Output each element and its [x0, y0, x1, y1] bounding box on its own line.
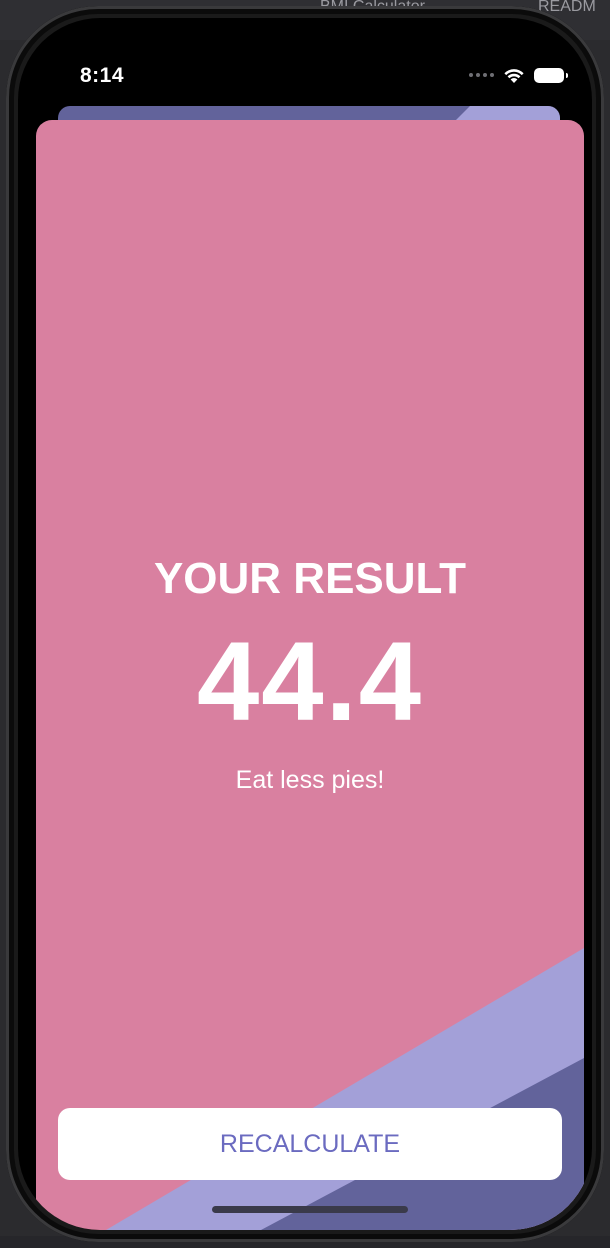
home-indicator[interactable] — [212, 1206, 408, 1213]
wifi-icon — [504, 69, 524, 83]
phone-screen: 8:14 YOUR RESULT 44.4 Eat less pies! REC… — [18, 18, 592, 1230]
status-icons — [469, 66, 568, 84]
signal-dots-icon — [469, 73, 494, 77]
result-title: YOUR RESULT — [153, 554, 467, 603]
status-time: 8:14 — [80, 64, 125, 87]
bmi-value: 44.4 — [197, 619, 423, 744]
recalculate-button[interactable]: RECALCULATE — [58, 1108, 562, 1180]
result-sheet: YOUR RESULT 44.4 Eat less pies! RECALCUL… — [36, 120, 584, 1230]
phone-frame: 8:14 YOUR RESULT 44.4 Eat less pies! REC… — [6, 6, 604, 1242]
battery-icon — [534, 67, 568, 83]
advice-text: Eat less pies! — [235, 766, 385, 794]
